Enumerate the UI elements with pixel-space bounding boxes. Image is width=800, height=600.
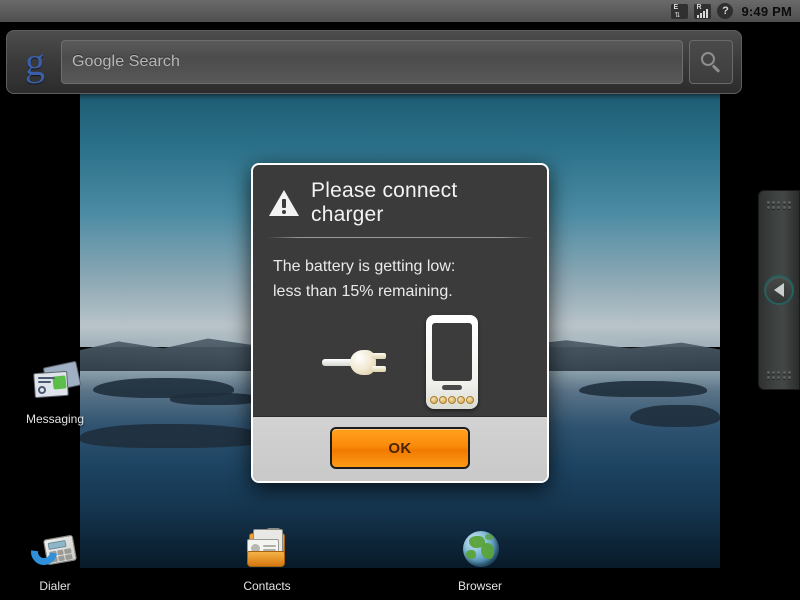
google-search-widget[interactable]: g Google Search bbox=[6, 30, 742, 94]
dialog-message-line-2: less than 15% remaining. bbox=[273, 283, 453, 300]
contacts-icon bbox=[241, 525, 293, 575]
google-logo-icon: g bbox=[25, 39, 45, 84]
low-battery-dialog: Please connect charger The battery is ge… bbox=[251, 163, 549, 483]
status-bar[interactable]: E ⇅ R ? 9:49 PM bbox=[0, 0, 800, 22]
search-icon bbox=[700, 51, 722, 73]
app-label: Contacts bbox=[243, 579, 291, 593]
dialer-icon bbox=[25, 525, 81, 575]
wallpaper-rock bbox=[579, 380, 708, 398]
wallpaper-rock bbox=[630, 404, 720, 427]
signal-roaming-icon: R bbox=[694, 3, 712, 19]
search-input[interactable]: Google Search bbox=[61, 40, 683, 84]
wallpaper-rock bbox=[80, 424, 272, 448]
data-arrows: ⇅ bbox=[674, 11, 680, 19]
app-shortcut-dialer[interactable]: Dialer bbox=[10, 525, 100, 593]
edge-data-icon: E ⇅ bbox=[671, 3, 689, 19]
app-drawer-handle[interactable] bbox=[758, 190, 800, 390]
edge-data-label: E bbox=[673, 3, 679, 11]
grip-texture-top bbox=[767, 201, 791, 209]
help-unknown-icon: ? bbox=[717, 3, 734, 19]
search-placeholder: Google Search bbox=[72, 53, 181, 70]
app-label: Dialer bbox=[39, 579, 71, 593]
app-shortcut-contacts[interactable]: Contacts bbox=[222, 525, 312, 593]
app-label: Messaging bbox=[25, 412, 85, 426]
dialog-body: The battery is getting low: less than 15… bbox=[253, 238, 547, 416]
android-home-screen: E ⇅ R ? 9:49 PM g Google Search Messagin… bbox=[0, 0, 800, 600]
phone-device-icon bbox=[426, 315, 478, 409]
roaming-label: R bbox=[696, 3, 702, 11]
status-bar-clock: 9:49 PM bbox=[741, 3, 792, 19]
dialog-header: Please connect charger bbox=[253, 165, 547, 237]
dialog-title: Please connect charger bbox=[311, 179, 458, 226]
chevron-left-icon bbox=[774, 283, 784, 297]
app-label: Browser bbox=[457, 579, 502, 593]
messaging-icon bbox=[29, 358, 82, 408]
search-button[interactable] bbox=[689, 40, 733, 84]
dialog-message-line-1: The battery is getting low: bbox=[273, 258, 456, 275]
grip-texture-bottom bbox=[767, 371, 791, 379]
warning-triangle-icon bbox=[269, 189, 299, 217]
app-shortcut-messaging[interactable]: Messaging bbox=[10, 358, 100, 426]
open-drawer-button[interactable] bbox=[764, 275, 794, 305]
signal-bars bbox=[697, 8, 709, 19]
ok-button[interactable]: OK bbox=[330, 427, 470, 469]
app-shortcut-browser[interactable]: Browser bbox=[435, 525, 525, 593]
dialog-footer: OK bbox=[253, 416, 547, 481]
charger-illustration bbox=[273, 308, 527, 416]
wallpaper-rock bbox=[169, 392, 260, 406]
power-plug-icon bbox=[322, 342, 392, 382]
browser-icon bbox=[454, 525, 506, 575]
